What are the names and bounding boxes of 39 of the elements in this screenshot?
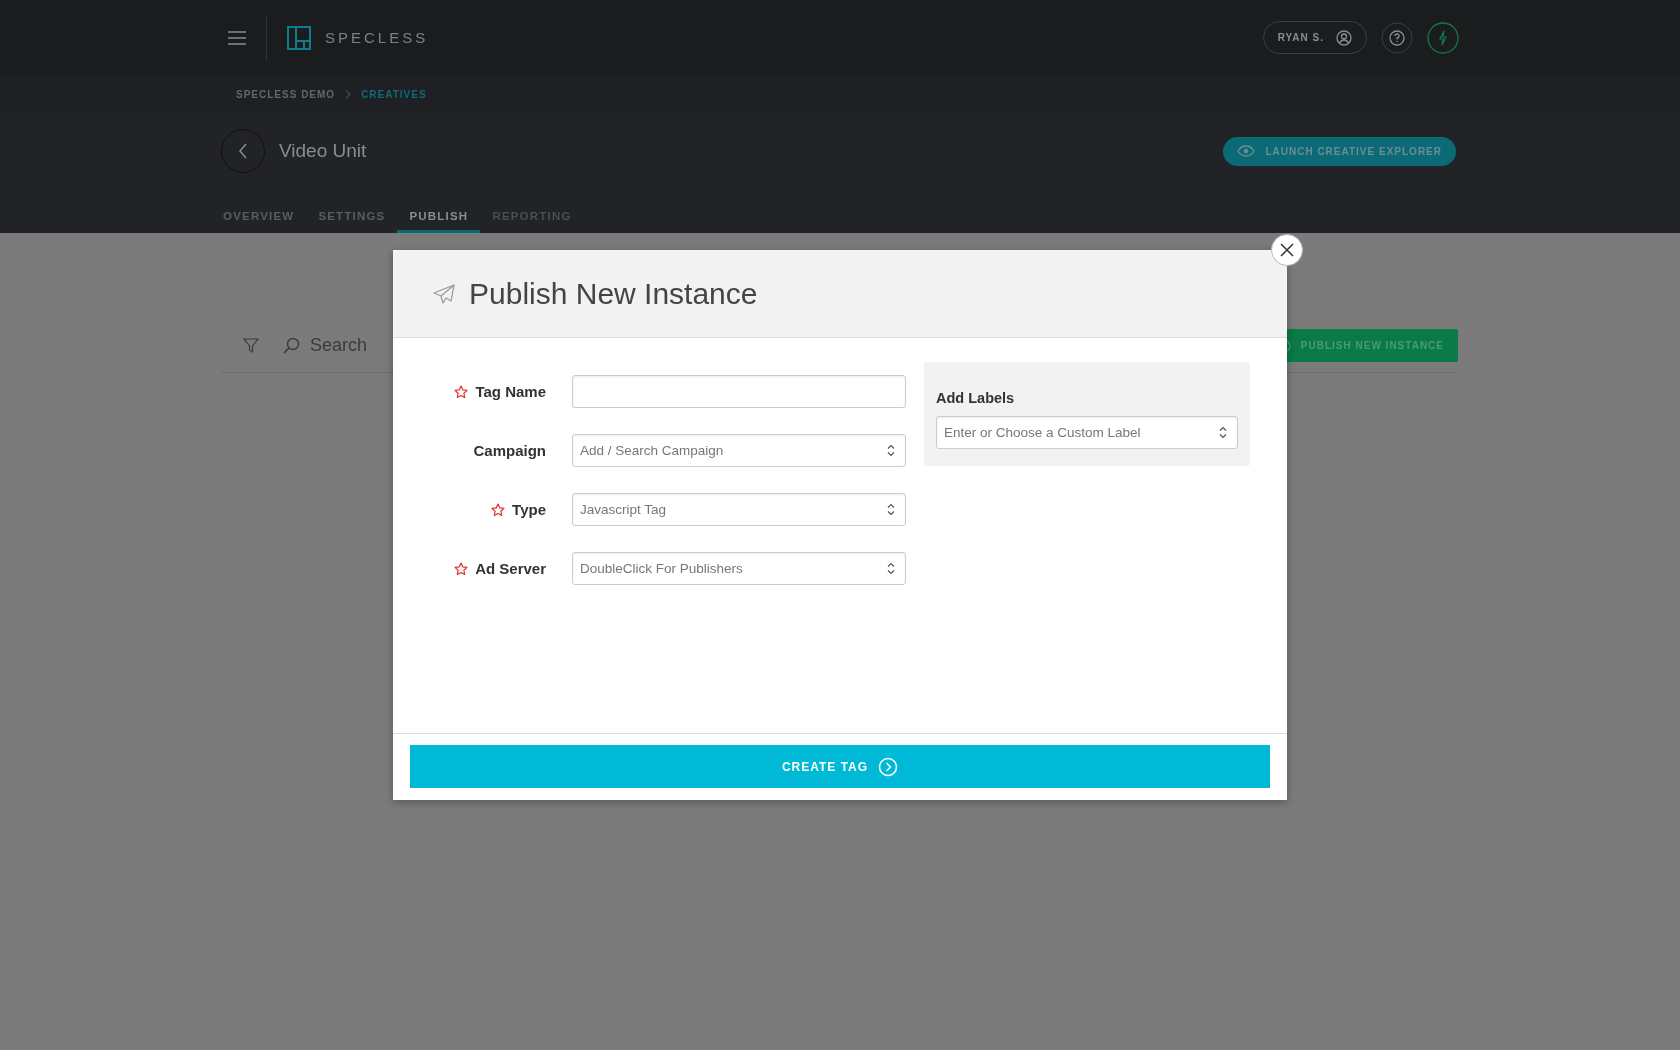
menu-icon[interactable] — [228, 30, 246, 45]
user-icon — [1336, 29, 1352, 46]
updown-icon — [887, 444, 895, 457]
updown-icon — [887, 503, 895, 516]
breadcrumb-link[interactable]: SPECLESS DEMO — [236, 88, 336, 100]
select-field[interactable]: Javascript Tag — [572, 493, 906, 526]
select-field[interactable]: Enter or Choose a Custom Label — [936, 416, 1238, 449]
close-button[interactable] — [1271, 234, 1303, 266]
panel-title: Add Labels — [936, 390, 1016, 406]
updown-icon — [1219, 426, 1227, 439]
page-title: Video Unit — [279, 140, 367, 162]
select-field[interactable]: Add / Search Campaign — [572, 434, 906, 467]
logo-icon — [287, 25, 311, 50]
arrow-circle-icon — [878, 756, 899, 777]
tab[interactable]: PUBLISH — [397, 210, 481, 233]
select-field[interactable]: DoubleClick For Publishers — [572, 552, 906, 585]
field-label: Campaign — [473, 442, 546, 459]
launch-explorer-button[interactable]: LAUNCH CREATIVE EXPLORER — [1223, 136, 1456, 166]
eye-icon — [1237, 145, 1256, 157]
chevron-right-icon — [345, 89, 352, 99]
search-field[interactable]: Search — [308, 334, 412, 357]
create-tag-button[interactable]: CREATE TAG — [410, 745, 1270, 788]
input-field[interactable] — [572, 375, 906, 408]
lightning-icon[interactable] — [1427, 21, 1459, 54]
tab[interactable]: OVERVIEW — [221, 210, 307, 233]
help-icon[interactable] — [1381, 21, 1413, 54]
logo-text: SPECLESS — [325, 29, 429, 46]
field-label: Type — [512, 501, 546, 518]
field-label: Ad Server — [475, 560, 546, 577]
chevron-left-icon — [238, 143, 248, 159]
field-label: Tag Name — [475, 383, 547, 400]
updown-icon — [887, 562, 895, 575]
paper-plane-icon — [433, 283, 455, 304]
tab[interactable]: SETTINGS — [306, 210, 398, 233]
breadcrumb-link[interactable]: CREATIVES — [361, 88, 427, 100]
close-icon — [1280, 243, 1294, 257]
modal-title: Publish New Instance — [469, 276, 758, 311]
search-icon — [283, 337, 300, 354]
filter-icon[interactable] — [243, 337, 259, 354]
